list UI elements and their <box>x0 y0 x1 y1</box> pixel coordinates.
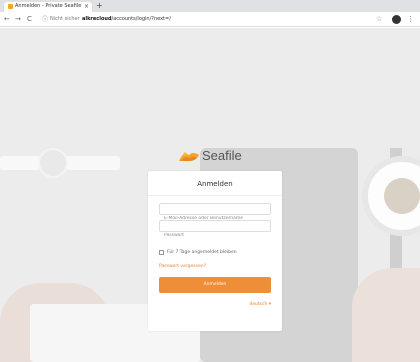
url-path: /accounts/login/?next=/ <box>111 16 171 22</box>
url-host: alkrecloud <box>82 16 112 22</box>
remember-checkbox[interactable] <box>159 250 164 255</box>
password-field <box>159 220 271 241</box>
profile-avatar-icon[interactable] <box>392 15 401 24</box>
background-coffee-cup-image <box>362 156 420 236</box>
username-field <box>159 203 271 224</box>
info-icon[interactable]: ⓘ <box>42 15 48 24</box>
background-watch-image <box>0 148 120 178</box>
seafile-logo: Seafile <box>178 146 258 166</box>
tab-strip: Anmelden - Private Seafile × + <box>0 0 420 12</box>
language-selector[interactable]: deutsch ▾ <box>249 301 271 308</box>
forgot-password-link[interactable]: Passwort vergessen? <box>159 263 206 270</box>
new-tab-button[interactable]: + <box>96 1 103 11</box>
bookmark-star-icon[interactable]: ☆ <box>376 15 382 24</box>
login-panel: Anmelden Für 7 Tage angemeldet bleiben P… <box>148 171 282 331</box>
background-right-hand-image <box>352 268 420 362</box>
back-arrow-icon[interactable]: ← <box>4 15 10 24</box>
seafile-logo-icon <box>179 152 199 161</box>
password-input[interactable] <box>160 230 270 241</box>
panel-divider <box>148 195 282 196</box>
login-button[interactable]: Anmelden <box>159 277 271 293</box>
browser-toolbar: ← → C ⓘ Nicht sicher alkrecloud/accounts… <box>0 12 420 27</box>
seafile-favicon-icon <box>8 4 13 9</box>
tab-anmelden[interactable]: Anmelden - Private Seafile × <box>4 2 92 12</box>
forward-arrow-icon[interactable]: → <box>15 15 21 24</box>
browser-window: Anmelden - Private Seafile × + ← → C ⓘ N… <box>0 0 420 362</box>
url-text[interactable]: alkrecloud/accounts/login/?next=/ <box>82 15 171 24</box>
browser-menu-icon[interactable]: ⋮ <box>407 14 414 24</box>
seafile-logo-text: Seafile <box>202 148 242 163</box>
login-title: Anmelden <box>197 180 233 188</box>
page-content: Seafile Anmelden Für 7 Tage angemeldet b… <box>0 28 420 362</box>
address-bar[interactable]: ⓘ Nicht sicher alkrecloud/accounts/login… <box>42 15 390 25</box>
close-icon[interactable]: × <box>84 3 89 10</box>
tab-title: Anmelden - Private Seafile <box>15 3 81 9</box>
not-secure-label: Nicht sicher <box>50 16 80 22</box>
remember-label: Für 7 Tage angemeldet bleiben <box>167 250 237 255</box>
reload-icon[interactable]: C <box>27 15 32 24</box>
